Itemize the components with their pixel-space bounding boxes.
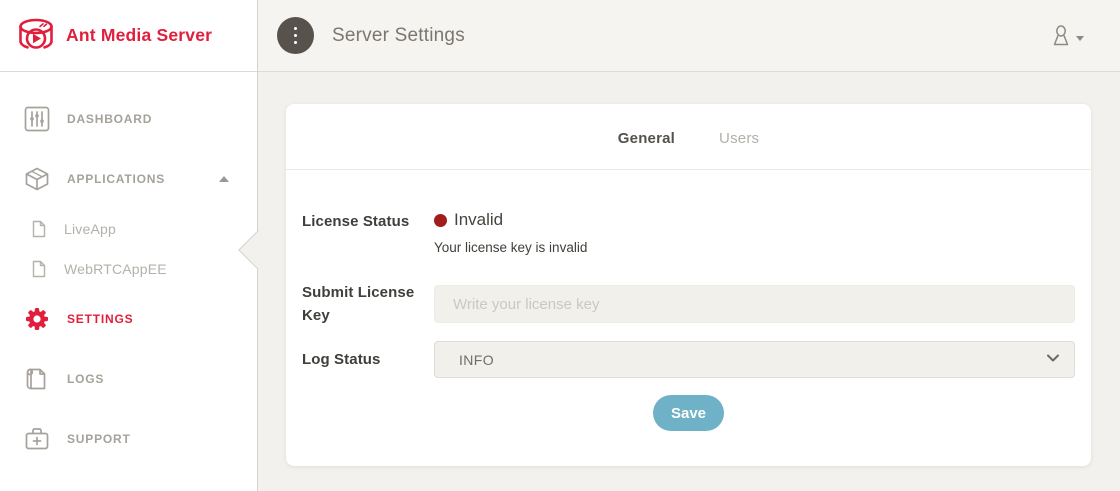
support-icon xyxy=(24,426,50,452)
page-title: Server Settings xyxy=(332,25,465,47)
license-key-input[interactable] xyxy=(434,285,1075,323)
save-button[interactable]: Save xyxy=(653,395,724,431)
kebab-dot xyxy=(294,41,298,45)
kebab-menu-button[interactable] xyxy=(277,17,314,54)
gear-icon xyxy=(24,306,50,332)
sidebar-item-webrtcappee[interactable]: WebRTCAppEE xyxy=(0,249,257,289)
log-status-label: Log Status xyxy=(302,348,434,372)
brand-name: Ant Media Server xyxy=(66,25,212,46)
logs-icon xyxy=(24,366,50,392)
chevron-down-icon xyxy=(1076,36,1084,41)
sidebar-item-applications[interactable]: APPLICATIONS xyxy=(0,149,257,209)
sidebar-item-label: APPLICATIONS xyxy=(67,172,165,186)
general-settings-form: License Status Invalid Your license key … xyxy=(286,170,1091,457)
user-icon xyxy=(1050,24,1072,48)
server-settings-card: General Users License Status Invalid You… xyxy=(286,104,1091,466)
license-status-value-line: Invalid xyxy=(434,210,1075,230)
content-area: General Users License Status Invalid You… xyxy=(258,72,1120,466)
tab-users[interactable]: Users xyxy=(719,130,759,147)
sidebar-item-label: WebRTCAppEE xyxy=(64,261,167,277)
kebab-dot xyxy=(294,34,298,38)
sidebar-item-label: LiveApp xyxy=(64,221,116,237)
log-status-select[interactable]: INFO xyxy=(434,341,1075,378)
license-key-label: Submit License Key xyxy=(302,281,434,327)
license-status-detail: Your license key is invalid xyxy=(434,240,1075,255)
kebab-dot xyxy=(294,27,298,31)
license-status-value: Invalid xyxy=(454,210,503,230)
status-dot-icon xyxy=(434,214,447,227)
sidebar-item-label: SETTINGS xyxy=(67,312,133,326)
ant-media-logo-icon xyxy=(14,16,58,56)
sidebar-item-label: SUPPORT xyxy=(67,432,131,446)
save-row: Save xyxy=(302,395,1075,431)
sidebar-item-settings[interactable]: SETTINGS xyxy=(0,289,257,349)
sidebar-nav: DASHBOARD APPLICATIONS LiveApp WebRTC xyxy=(0,72,257,469)
license-status-label: License Status xyxy=(302,210,434,255)
sidebar-item-label: LOGS xyxy=(67,372,104,386)
file-icon xyxy=(30,260,48,278)
sidebar-item-dashboard[interactable]: DASHBOARD xyxy=(0,89,257,149)
license-status-row: License Status Invalid Your license key … xyxy=(302,210,1075,255)
user-menu-button[interactable] xyxy=(1050,24,1084,48)
sidebar-item-label: DASHBOARD xyxy=(67,112,152,126)
sidebar-item-liveapp[interactable]: LiveApp xyxy=(0,209,257,249)
file-icon xyxy=(30,220,48,238)
applications-icon xyxy=(24,166,50,192)
brand-logo-link[interactable]: Ant Media Server xyxy=(0,0,257,72)
sidebar-item-support[interactable]: SUPPORT xyxy=(0,409,257,469)
collapse-caret-icon[interactable] xyxy=(219,176,229,182)
sidebar-item-logs[interactable]: LOGS xyxy=(0,349,257,409)
top-bar: Server Settings xyxy=(258,0,1120,72)
license-key-row: Submit License Key xyxy=(302,281,1075,327)
tab-bar: General Users xyxy=(286,104,1091,170)
log-status-row: Log Status INFO xyxy=(302,341,1075,378)
dashboard-icon xyxy=(24,106,50,132)
tab-general[interactable]: General xyxy=(618,130,675,147)
sidebar: Ant Media Server DASHBOARD APPLICATIONS xyxy=(0,0,258,491)
main-area: Server Settings General Users License St… xyxy=(258,0,1120,491)
